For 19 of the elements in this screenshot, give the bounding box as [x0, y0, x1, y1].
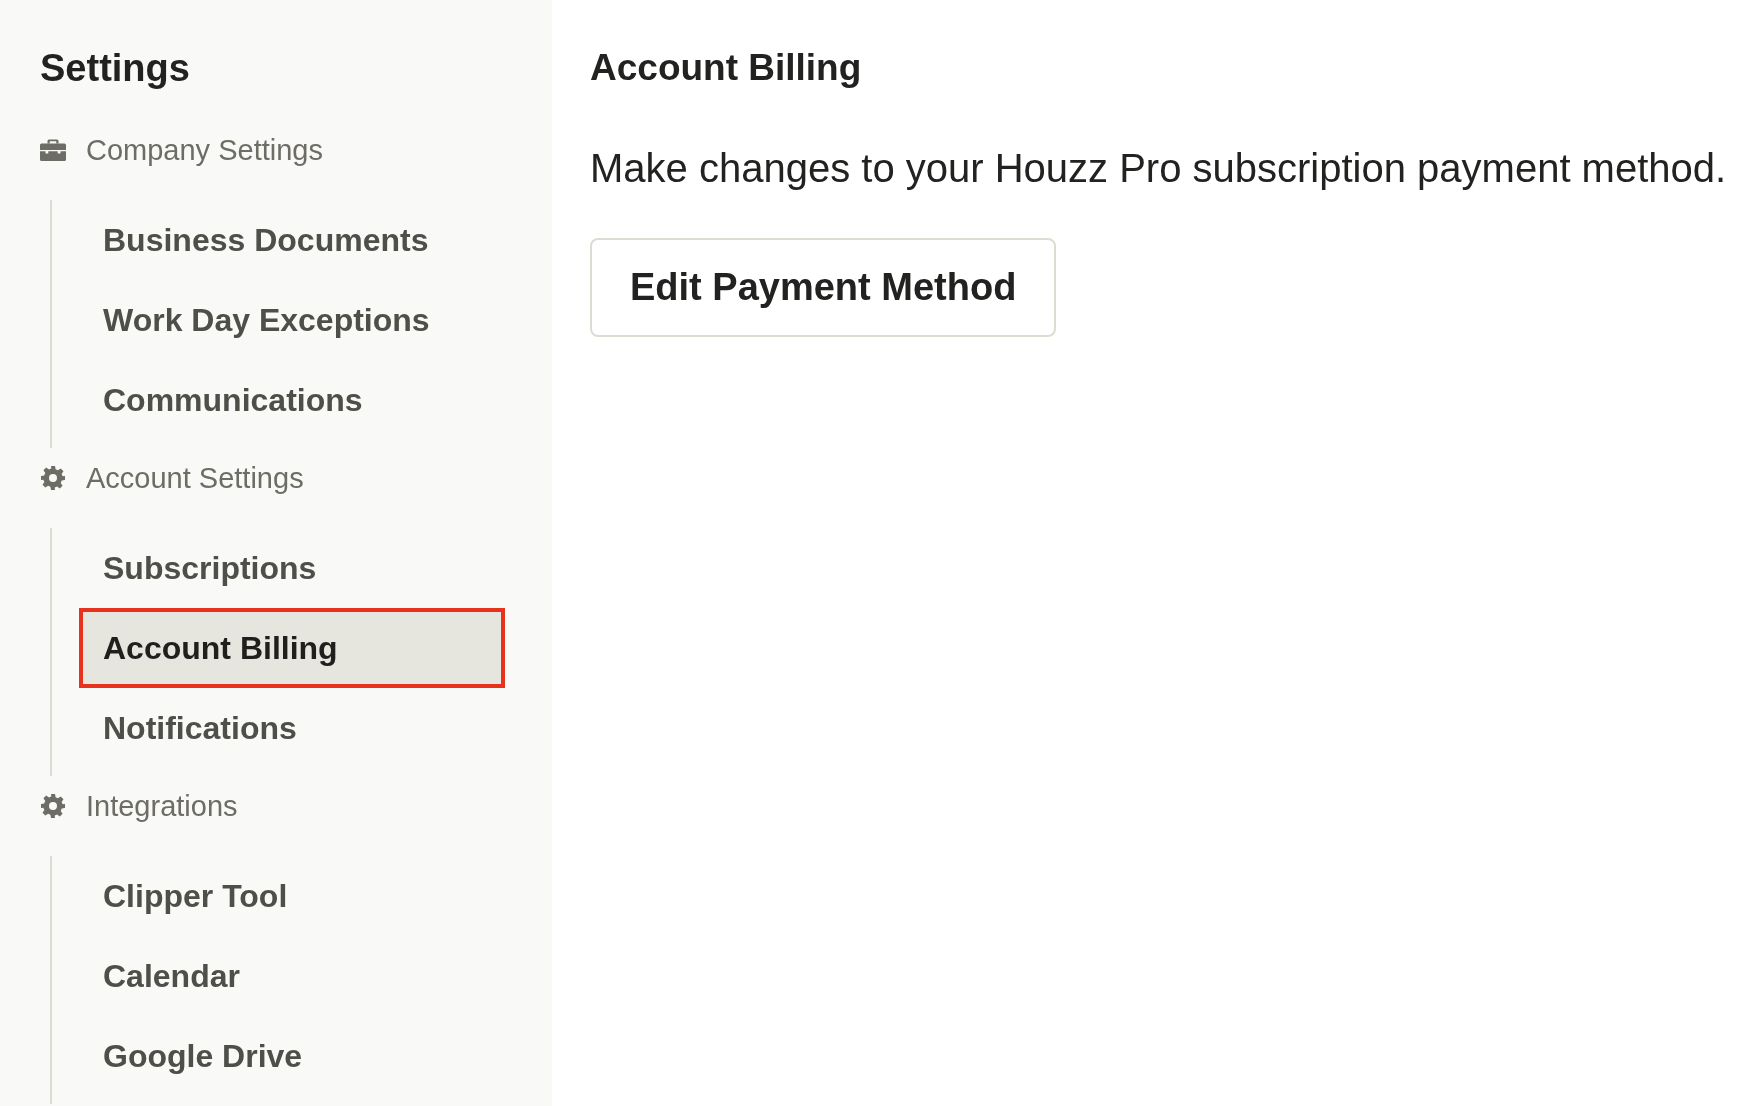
section-heading: Account Settings [86, 461, 304, 495]
nav-item[interactable]: Work Day Exceptions [79, 280, 505, 360]
nav-item[interactable]: Account Billing [79, 608, 505, 688]
settings-icon [41, 466, 65, 490]
page-title: Account Billing [590, 46, 863, 90]
nav-item[interactable]: Google Drive [79, 1016, 505, 1096]
nav-item[interactable]: Communications [79, 360, 505, 440]
sidebar-title: Settings [40, 46, 191, 90]
nav-item[interactable]: Subscriptions [79, 528, 505, 608]
settings-icon [41, 794, 65, 818]
nav-item[interactable]: Business Documents [79, 200, 505, 280]
section-heading: Integrations [86, 789, 238, 823]
section-heading: Company Settings [86, 133, 323, 167]
nav-item[interactable]: Notifications [79, 688, 505, 768]
nav-item[interactable]: Clipper Tool [79, 856, 505, 936]
description-text: Make changes to your Houzz Pro subscription payment method. [590, 145, 1728, 192]
nav-item[interactable]: Calendar [79, 936, 505, 1016]
edit-payment-button[interactable]: Edit Payment Method [590, 238, 1057, 337]
briefcase-icon [40, 139, 66, 161]
